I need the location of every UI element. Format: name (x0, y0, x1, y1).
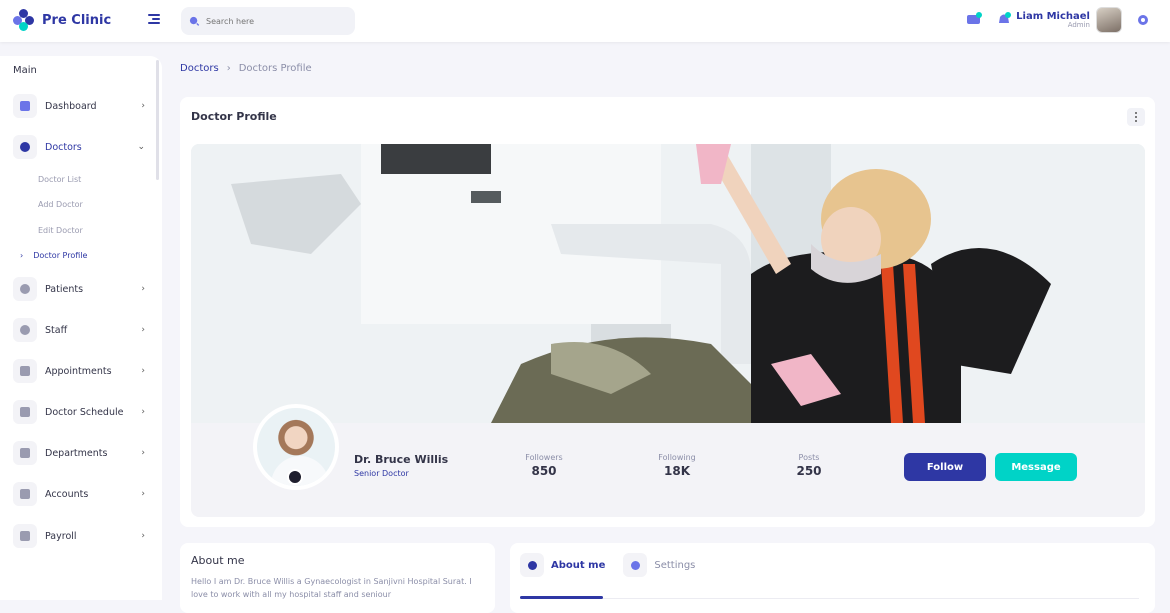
cover-image (191, 144, 1145, 423)
breadcrumb-separator: › (226, 63, 231, 74)
doctor-icon (13, 135, 37, 159)
chevron-right-icon: › (141, 101, 145, 111)
doctor-role: Senior Doctor (354, 469, 409, 478)
tab-about-me[interactable]: About me (520, 553, 605, 577)
sidebar-sub-doctor-profile[interactable]: › Doctor Profile (20, 251, 87, 260)
chevron-right-icon: › (141, 448, 145, 458)
chevron-right-icon: › (141, 366, 145, 376)
sidebar-item-accounts[interactable]: Accounts › (13, 481, 151, 507)
sidebar-item-appointments[interactable]: Appointments › (13, 358, 151, 384)
dental-clinic-image (191, 144, 1145, 423)
search-box[interactable] (181, 7, 355, 35)
sidebar-heading: Main (13, 65, 37, 76)
sidebar: Main Dashboard › Doctors ⌄ Doctor List A… (0, 56, 162, 600)
menu-toggle-icon[interactable] (148, 14, 160, 24)
top-bar: Pre Clinic Liam Michael Admin (0, 0, 1170, 42)
brand-logo[interactable]: Pre Clinic (13, 9, 111, 31)
gear-icon[interactable] (1136, 13, 1150, 27)
stat-followers: Followers 850 (525, 453, 563, 478)
sidebar-item-staff[interactable]: Staff › (13, 317, 151, 343)
tab-bar: About me Settings (520, 553, 695, 577)
chevron-right-icon: › (141, 531, 145, 541)
profile-info-bar: Dr. Bruce Willis Senior Doctor Followers… (191, 404, 1145, 517)
breadcrumb-parent[interactable]: Doctors (180, 63, 219, 74)
user-name: Liam Michael (1016, 10, 1090, 22)
staff-icon (13, 318, 37, 342)
doctor-profile-card: Doctor Profile Dr. Bruce Willis Senior D… (180, 97, 1155, 527)
sidebar-sub-add-doctor[interactable]: Add Doctor (38, 200, 83, 209)
sidebar-item-patients[interactable]: Patients › (13, 276, 151, 302)
chevron-right-icon: › (141, 407, 145, 417)
sidebar-sub-edit-doctor[interactable]: Edit Doctor (38, 226, 83, 235)
chevron-right-icon: › (141, 489, 145, 499)
active-tab-indicator (520, 596, 603, 599)
settings-icon (623, 553, 648, 577)
breadcrumb: Doctors › Doctors Profile (180, 63, 312, 74)
chevron-right-icon: › (141, 325, 145, 335)
patients-icon (13, 277, 37, 301)
bell-icon[interactable] (996, 11, 1012, 27)
profile-tabs-card: About me Settings (510, 543, 1155, 613)
user-icon (520, 553, 544, 577)
page-title: Doctor Profile (191, 110, 277, 123)
doctor-name: Dr. Bruce Willis (354, 453, 449, 466)
stat-posts: Posts 250 (796, 453, 822, 478)
camera-icon[interactable] (287, 469, 303, 485)
payroll-icon (13, 524, 37, 548)
mail-icon[interactable] (966, 11, 982, 27)
dashboard-icon (13, 94, 37, 118)
chevron-down-icon: ⌄ (137, 142, 145, 152)
more-options-icon[interactable] (1127, 108, 1145, 126)
calendar-icon (13, 359, 37, 383)
sidebar-sub-doctor-list[interactable]: Doctor List (38, 175, 81, 184)
user-role: Admin (1067, 20, 1090, 29)
avatar[interactable] (1096, 7, 1122, 33)
about-text: Hello I am Dr. Bruce Willis a Gynaecolog… (191, 577, 472, 599)
search-input[interactable] (206, 16, 336, 26)
logo-icon (13, 9, 35, 31)
search-icon (189, 16, 200, 26)
breadcrumb-current: Doctors Profile (238, 63, 312, 74)
about-title: About me (191, 554, 245, 567)
brand-name: Pre Clinic (42, 12, 112, 28)
chevron-right-icon: › (141, 284, 145, 294)
follow-button[interactable]: Follow (904, 453, 986, 481)
stat-following: Following 18K (658, 453, 696, 478)
about-card: About me Hello I am Dr. Bruce Willis a G… (180, 543, 495, 613)
departments-icon (13, 441, 37, 465)
sidebar-item-departments[interactable]: Departments › (13, 440, 151, 466)
chevron-right-icon: › (20, 251, 24, 260)
tab-divider (520, 598, 1139, 599)
message-button[interactable]: Message (995, 453, 1077, 481)
sidebar-item-dashboard[interactable]: Dashboard › (13, 93, 151, 119)
accounts-icon (13, 482, 37, 506)
sidebar-item-doctor-schedule[interactable]: Doctor Schedule › (13, 399, 151, 425)
sidebar-scrollbar[interactable] (156, 60, 159, 180)
sidebar-item-payroll[interactable]: Payroll › (13, 523, 151, 549)
user-menu[interactable]: Liam Michael Admin (1016, 7, 1150, 33)
sidebar-item-doctors[interactable]: Doctors ⌄ (13, 134, 151, 160)
schedule-icon (13, 400, 37, 424)
tab-settings[interactable]: Settings (623, 553, 695, 577)
